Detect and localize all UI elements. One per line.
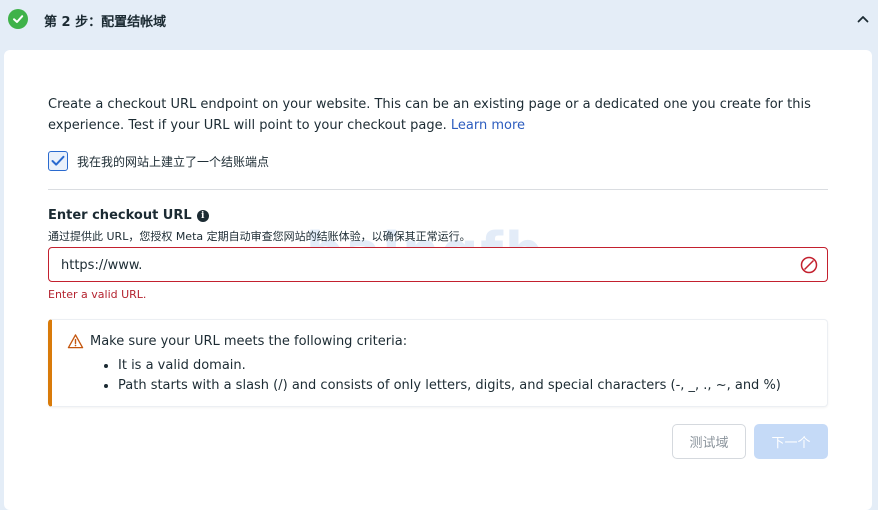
next-button[interactable]: 下一个 (754, 424, 828, 459)
url-field-help: 通过提供此 URL，您授权 Meta 定期自动审查您网站的结账体验，以确保其正常… (48, 230, 471, 243)
check-circle-icon (8, 9, 28, 29)
step-header: 第 2 步：配置结帐域 (0, 0, 878, 40)
divider (48, 189, 828, 190)
intro-text: Create a checkout URL endpoint on your w… (48, 94, 818, 136)
intro-description: Create a checkout URL endpoint on your w… (48, 97, 811, 133)
criteria-title: Make sure your URL meets the following c… (90, 334, 408, 349)
confirm-checkbox[interactable] (48, 151, 68, 171)
url-error-message: Enter a valid URL. (48, 288, 147, 301)
checkout-url-input[interactable] (59, 248, 783, 283)
criteria-list: It is a valid domain. Path starts with a… (102, 356, 781, 396)
info-icon[interactable]: i (196, 209, 209, 222)
criteria-notice: Make sure your URL meets the following c… (48, 319, 828, 407)
url-field-label: Enter checkout URL i (48, 208, 209, 223)
step-title: 第 2 步：配置结帐域 (44, 15, 167, 30)
chevron-up-icon[interactable] (854, 10, 872, 28)
test-domain-button[interactable]: 测试域 (672, 424, 746, 459)
learn-more-link[interactable]: Learn more (451, 118, 525, 133)
criteria-item: Path starts with a slash (/) and consist… (118, 376, 781, 396)
url-input-wrapper (48, 247, 828, 283)
warning-triangle-icon (67, 334, 84, 349)
criteria-item: It is a valid domain. (118, 356, 781, 376)
error-circle-icon (800, 256, 818, 274)
confirm-checkbox-row[interactable]: 我在我的网站上建立了一个结账端点 (48, 149, 269, 173)
checkmark-icon (51, 155, 65, 166)
confirm-checkbox-label[interactable]: 我在我的网站上建立了一个结账端点 (77, 153, 269, 170)
url-field-label-text: Enter checkout URL (48, 208, 192, 223)
